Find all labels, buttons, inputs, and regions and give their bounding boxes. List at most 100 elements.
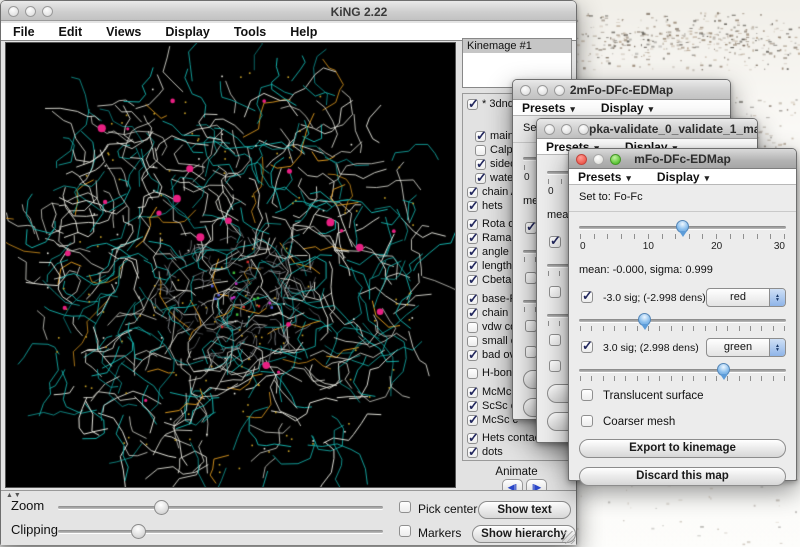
kinemage-list-item[interactable]: Kinemage #1: [463, 39, 571, 53]
close-icon[interactable]: [8, 6, 19, 17]
item-label: * 3dnd: [482, 98, 514, 110]
window-title: KiNG 2.22: [289, 5, 429, 19]
minimize-icon[interactable]: [25, 6, 36, 17]
mean-sigma-label: mean: -0.000, sigma: 0.999: [579, 264, 786, 278]
pick-center-checkbox[interactable]: [399, 501, 411, 513]
set-to-label: Set to: Fo-Fc: [579, 191, 786, 205]
animate-label: Animate: [457, 466, 576, 478]
main-menu-file[interactable]: File: [13, 25, 35, 39]
display-menu[interactable]: Display: [601, 101, 653, 115]
item-checkbox[interactable]: [467, 322, 478, 333]
display-menu[interactable]: Display: [657, 170, 709, 184]
item-checkbox[interactable]: [467, 387, 478, 398]
window-titlebar[interactable]: pka-validate_0_validate_1_ma...: [537, 119, 757, 139]
item-checkbox[interactable]: [475, 159, 486, 170]
window-mfo-dfc-edmap[interactable]: mFo-DFc-EDMap Presets Display Set to: Fo…: [568, 148, 797, 481]
sidebar-item[interactable]: dots: [463, 445, 571, 459]
pos-color-dropdown[interactable]: green: [706, 338, 786, 357]
item-checkbox[interactable]: [467, 401, 478, 412]
item-checkbox[interactable]: [467, 247, 478, 258]
item-checkbox[interactable]: [467, 201, 478, 212]
window-titlebar[interactable]: KiNG 2.22: [1, 1, 576, 21]
translucent-surface-checkbox[interactable]: [549, 334, 561, 346]
clipping-slider-label: Clipping: [11, 522, 58, 537]
show-text-button[interactable]: Show text: [478, 501, 571, 519]
presets-menu[interactable]: Presets: [578, 170, 631, 184]
item-label: bad ov: [482, 349, 515, 361]
item-checkbox[interactable]: [467, 415, 478, 426]
zoom-slider-thumb[interactable]: [154, 500, 169, 515]
molecule-render[interactable]: [6, 43, 455, 487]
menu-bar: Presets Display: [569, 169, 796, 185]
window-titlebar[interactable]: mFo-DFc-EDMap: [569, 149, 796, 169]
item-checkbox[interactable]: [467, 368, 478, 379]
pos-sigma-slider-thumb[interactable]: [717, 363, 730, 376]
item-label: dots: [482, 446, 503, 458]
neg-sigma-slider[interactable]: [579, 312, 786, 328]
item-label: length: [482, 260, 512, 272]
markers-label: Markers: [418, 526, 461, 540]
item-checkbox[interactable]: [467, 308, 478, 319]
item-checkbox[interactable]: [467, 447, 478, 458]
level-slider-thumb[interactable]: [676, 220, 689, 233]
coarser-mesh-checkbox[interactable]: [549, 360, 561, 372]
level-slider[interactable]: 0102030: [579, 218, 786, 262]
show-hierarchy-button[interactable]: Show hierarchy: [472, 525, 576, 543]
item-checkbox[interactable]: [467, 350, 478, 361]
main-menu-views[interactable]: Views: [106, 25, 141, 39]
item-checkbox[interactable]: [475, 145, 486, 156]
item-checkbox[interactable]: [467, 187, 478, 198]
main-menu-edit[interactable]: Edit: [59, 25, 83, 39]
item-checkbox[interactable]: [467, 233, 478, 244]
dropdown-arrows-icon: [769, 289, 785, 306]
item-checkbox[interactable]: [467, 261, 478, 272]
window-title: 2mFo-DFc-EDMap: [513, 83, 730, 97]
clipping-slider-track[interactable]: [58, 530, 383, 533]
item-checkbox[interactable]: [467, 219, 478, 230]
main-menu-tools[interactable]: Tools: [234, 25, 266, 39]
export-to-kinemage-button[interactable]: Export to kinemage: [579, 439, 786, 458]
window-titlebar[interactable]: 2mFo-DFc-EDMap: [513, 80, 730, 100]
coarser-mesh-checkbox[interactable]: [581, 415, 593, 427]
item-checkbox[interactable]: [475, 131, 486, 142]
neg-sigma-checkbox[interactable]: [581, 291, 593, 303]
separator: [569, 211, 796, 212]
neg-color-dropdown[interactable]: red: [706, 288, 786, 307]
translucent-surface-checkbox[interactable]: [581, 389, 593, 401]
item-checkbox[interactable]: [475, 173, 486, 184]
resize-grip[interactable]: [562, 531, 575, 544]
clipping-slider-thumb[interactable]: [131, 524, 146, 539]
presets-menu[interactable]: Presets: [522, 101, 575, 115]
item-checkbox[interactable]: [467, 294, 478, 305]
item-label: H-bon: [482, 367, 512, 379]
neg-sigma-slider-thumb[interactable]: [638, 313, 651, 326]
item-label: hets: [482, 200, 503, 212]
main-menu-help[interactable]: Help: [290, 25, 317, 39]
dropdown-arrows-icon: [769, 339, 785, 356]
window-king-main[interactable]: KiNG 2.22 FileEditViewsDisplayToolsHelp …: [0, 0, 577, 545]
item-checkbox[interactable]: [467, 336, 478, 347]
pos-sigma-slider[interactable]: [579, 362, 786, 378]
neg-sigma-checkbox[interactable]: [549, 236, 561, 248]
item-checkbox[interactable]: [467, 275, 478, 286]
item-checkbox[interactable]: [467, 433, 478, 444]
zoom-slider-label: Zoom: [11, 498, 44, 513]
item-label: chain l: [482, 307, 514, 319]
pos-sigma-checkbox[interactable]: [549, 286, 561, 298]
discard-map-button[interactable]: Discard this map: [579, 467, 786, 486]
molecule-viewport[interactable]: [5, 42, 456, 488]
window-controls[interactable]: [8, 6, 53, 17]
menu-bar: Presets Display: [513, 100, 730, 116]
window-title: mFo-DFc-EDMap: [569, 152, 796, 166]
zoom-icon[interactable]: [42, 6, 53, 17]
neg-sigma-label: -3.0 sig; (-2.998 dens): [603, 292, 706, 304]
item-checkbox[interactable]: [467, 99, 478, 110]
zoom-slider-track[interactable]: [58, 506, 383, 509]
window-title: pka-validate_0_validate_1_ma...: [537, 122, 757, 136]
main-menu-display[interactable]: Display: [165, 25, 209, 39]
markers-checkbox[interactable]: [399, 525, 411, 537]
pick-center-label: Pick center: [418, 502, 477, 516]
bottom-control-panel: ▲▼ Zoom Clipping Pick center Markers Sho…: [1, 490, 576, 545]
pos-sigma-checkbox[interactable]: [581, 341, 593, 353]
pos-sigma-label: 3.0 sig; (2.998 dens): [603, 342, 699, 354]
